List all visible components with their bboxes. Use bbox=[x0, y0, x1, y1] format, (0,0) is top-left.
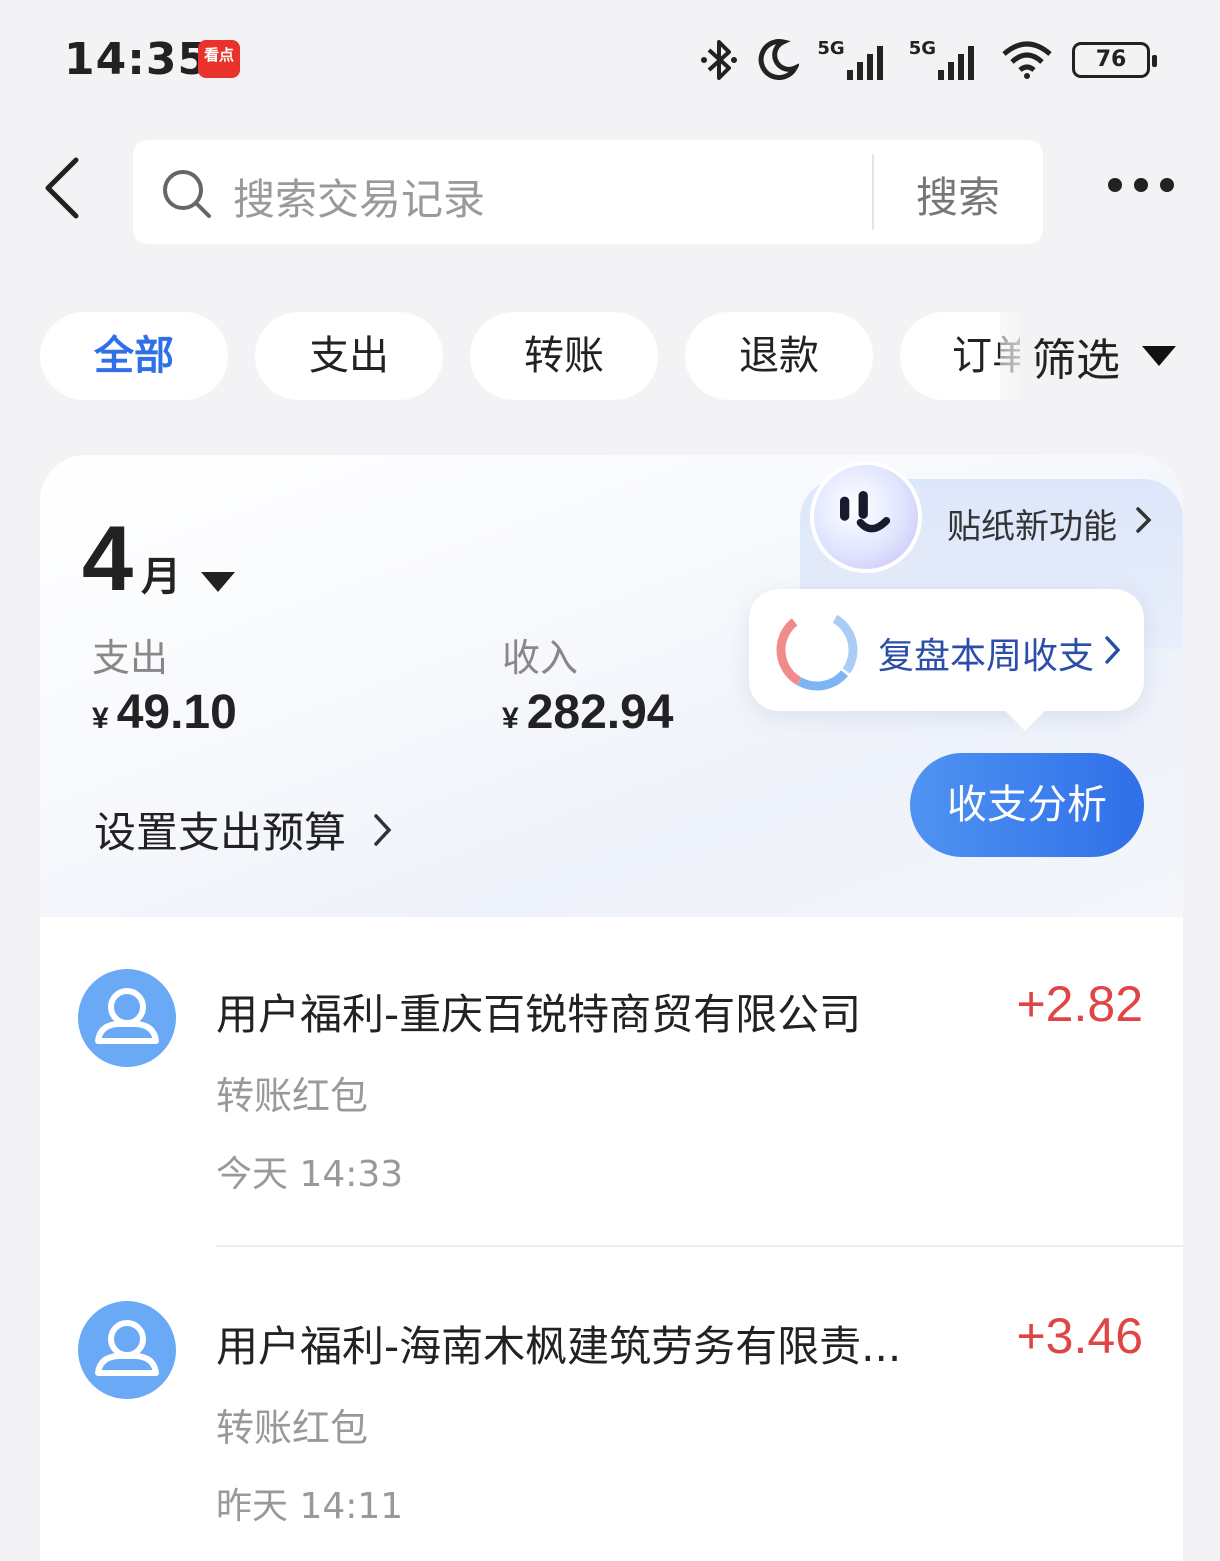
expense-currency: ¥ bbox=[92, 702, 109, 735]
month-unit: 月 bbox=[141, 554, 182, 600]
search-input[interactable]: 搜索交易记录 bbox=[233, 166, 485, 227]
user-icon bbox=[95, 988, 159, 1044]
weekly-review-bubble[interactable]: 复盘本周收支 bbox=[749, 589, 1144, 711]
transaction-category: 转账红包 bbox=[216, 1074, 369, 1118]
avatar bbox=[78, 969, 176, 1067]
chevron-right-icon bbox=[374, 813, 392, 846]
status-bar: 14:35 看点 5G 5G 76 bbox=[0, 0, 1220, 118]
tab-expense[interactable]: 支出 bbox=[255, 312, 443, 400]
transaction-row[interactable]: 用户福利-海南木枫建筑劳务有限责... +3.46 转账红包 昨天 14:11 bbox=[40, 1249, 1183, 1561]
chevron-right-icon bbox=[1105, 636, 1121, 664]
search-bar[interactable]: 搜索交易记录 搜索 bbox=[133, 140, 1043, 244]
search-divider bbox=[872, 154, 874, 230]
network-label-1: 5G bbox=[817, 37, 845, 59]
battery-icon: 76 bbox=[1072, 42, 1157, 78]
sticker-promo-label[interactable]: 贴纸新功能 bbox=[947, 499, 1117, 548]
income-currency: ¥ bbox=[502, 702, 519, 735]
row-divider bbox=[216, 1245, 1183, 1247]
signal-icon bbox=[938, 46, 974, 80]
sticker-smiley-icon bbox=[810, 461, 922, 573]
transaction-amount: +2.82 bbox=[1016, 976, 1143, 1032]
status-time: 14:35 bbox=[64, 34, 210, 85]
transaction-title: 用户福利-重庆百锐特商贸有限公司 bbox=[216, 990, 862, 1039]
bluetooth-icon bbox=[701, 40, 738, 80]
filter-button[interactable]: 筛选 bbox=[1000, 312, 1220, 400]
more-options-icon[interactable] bbox=[1108, 178, 1174, 192]
expense-total: ¥49.10 bbox=[92, 685, 237, 740]
filter-label: 筛选 bbox=[1032, 335, 1120, 386]
chevron-right-icon bbox=[1136, 507, 1152, 533]
network-label-2: 5G bbox=[908, 37, 936, 59]
caret-down-icon bbox=[1142, 346, 1176, 366]
transaction-row[interactable]: 用户福利-重庆百锐特商贸有限公司 +2.82 转账红包 今天 14:33 bbox=[40, 917, 1183, 1247]
transaction-time: 昨天 14:11 bbox=[216, 1486, 404, 1527]
tab-refund[interactable]: 退款 bbox=[685, 312, 873, 400]
wifi-icon bbox=[1002, 41, 1052, 79]
transaction-category: 转账红包 bbox=[216, 1406, 369, 1450]
search-icon bbox=[163, 170, 211, 218]
income-value: 282.94 bbox=[526, 686, 674, 739]
expense-label: 支出 bbox=[92, 636, 169, 680]
income-label: 收入 bbox=[502, 636, 579, 680]
user-icon bbox=[95, 1320, 159, 1376]
monthly-bill-card: 贴纸新功能 4月 支出 ¥49.10 收入 ¥282.94 设置支出预算 复盘本… bbox=[40, 455, 1183, 1561]
signal-icon bbox=[846, 46, 883, 80]
month-number: 4 bbox=[82, 508, 134, 610]
income-expense-analysis-button[interactable]: 收支分析 bbox=[910, 753, 1144, 857]
month-selector[interactable]: 4月 bbox=[82, 507, 236, 612]
transaction-title: 用户福利-海南木枫建筑劳务有限责... bbox=[216, 1322, 902, 1371]
expense-value: 49.10 bbox=[116, 686, 237, 739]
avatar bbox=[78, 1301, 176, 1399]
income-total: ¥282.94 bbox=[502, 685, 674, 740]
set-budget-label: 设置支出预算 bbox=[94, 808, 347, 857]
weekly-review-label: 复盘本周收支 bbox=[878, 636, 1095, 677]
transaction-amount: +3.46 bbox=[1016, 1308, 1143, 1364]
set-budget-link[interactable]: 设置支出预算 bbox=[94, 799, 394, 860]
search-button[interactable]: 搜索 bbox=[893, 164, 1023, 225]
tab-all[interactable]: 全部 bbox=[40, 312, 228, 400]
filter-tabs: 全部 支出 转账 退款 订单 bbox=[40, 312, 1020, 400]
status-icons: 5G 5G 76 bbox=[699, 36, 1157, 84]
tab-transfer[interactable]: 转账 bbox=[470, 312, 658, 400]
moon-icon bbox=[758, 39, 800, 81]
app-notification-icon: 看点 bbox=[198, 40, 240, 78]
back-arrow-icon[interactable] bbox=[40, 156, 90, 220]
donut-chart-icon bbox=[776, 609, 858, 691]
caret-down-icon bbox=[201, 571, 236, 592]
transaction-time: 今天 14:33 bbox=[216, 1154, 404, 1195]
